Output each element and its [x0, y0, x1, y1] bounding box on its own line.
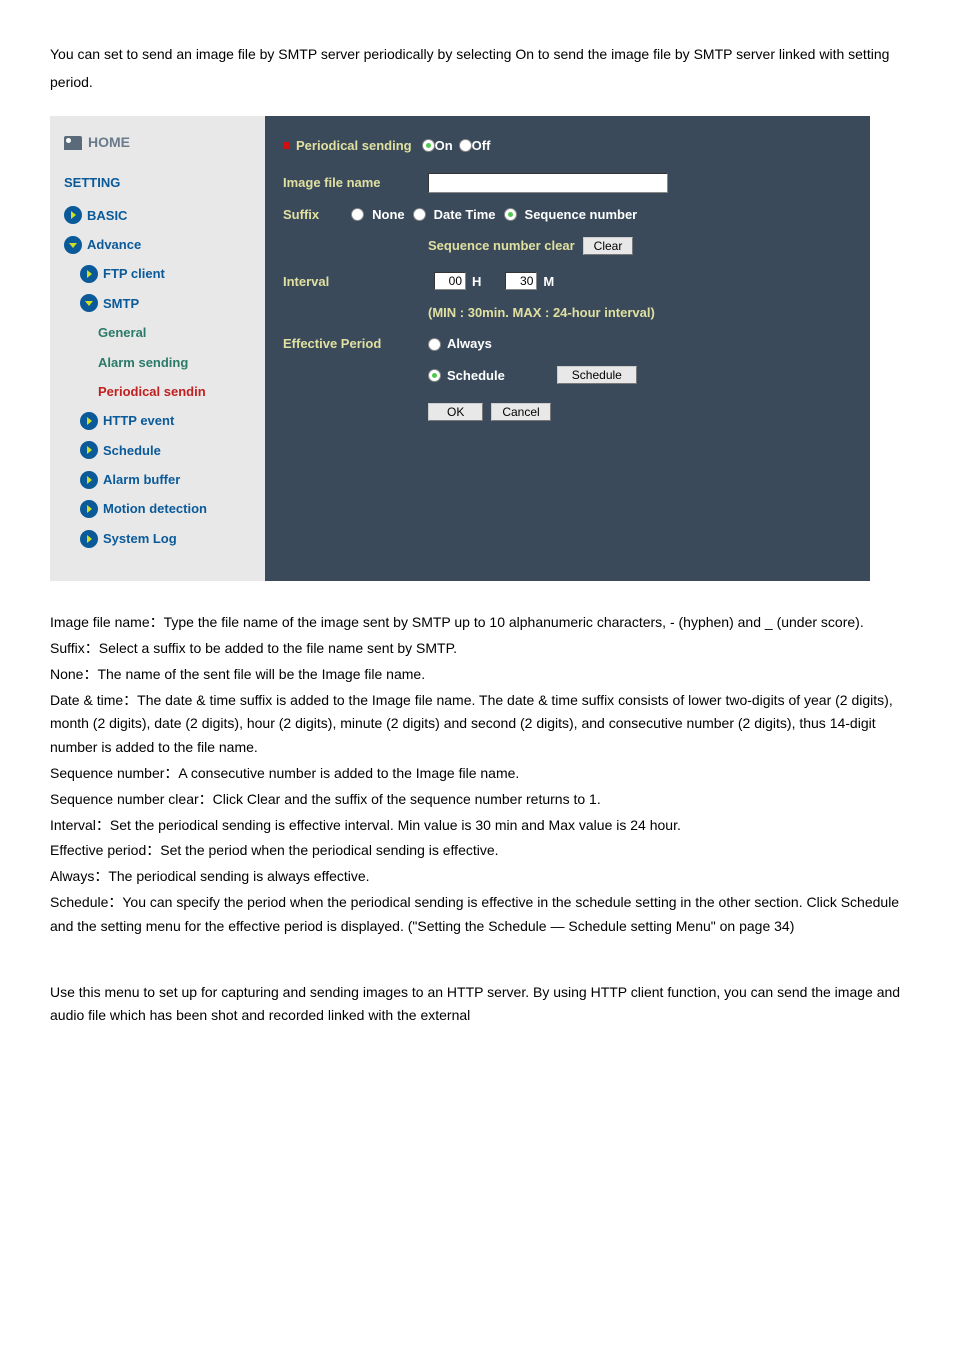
para-always: Always：The periodical sending is always …	[50, 865, 904, 889]
sequence-label: Sequence number	[525, 203, 638, 226]
radio-off[interactable]	[459, 139, 472, 152]
radio-none[interactable]	[351, 208, 364, 221]
arrow-down-icon	[64, 236, 82, 254]
home-link[interactable]: HOME	[50, 124, 265, 161]
para-seq-clear: Sequence number clear：Click Clear and th…	[50, 788, 904, 812]
nav-label: BASIC	[87, 204, 127, 227]
arrow-right-icon	[80, 441, 98, 459]
nav-system-log[interactable]: System Log	[50, 524, 265, 553]
date-time-label: Date Time	[434, 203, 496, 226]
panel-header: Periodical sending On Off	[283, 134, 668, 157]
nav-periodical-sending[interactable]: Periodical sendin	[50, 377, 265, 406]
para-interval: Interval：Set the periodical sending is e…	[50, 814, 904, 838]
para-sequence-number: Sequence number：A consecutive number is …	[50, 762, 904, 786]
arrow-down-icon	[80, 294, 98, 312]
para-suffix: Suffix：Select a suffix to be added to th…	[50, 637, 904, 661]
para-none: None：The name of the sent file will be t…	[50, 663, 904, 687]
radio-date-time[interactable]	[413, 208, 426, 221]
nav-label: Advance	[87, 233, 141, 256]
home-label: HOME	[88, 130, 130, 155]
image-file-name-input[interactable]	[428, 173, 668, 193]
bullet-icon	[283, 142, 290, 149]
interval-hint: (MIN : 30min. MAX : 24-hour interval)	[283, 301, 668, 324]
nav-schedule[interactable]: Schedule	[50, 436, 265, 465]
config-screenshot: HOME SETTING BASIC Advance FTP client SM…	[50, 116, 870, 581]
para-image-file-name: Image file name：Type the file name of th…	[50, 611, 904, 635]
arrow-right-icon	[64, 206, 82, 224]
nav-label: SMTP	[103, 292, 139, 315]
panel-title: Periodical sending	[296, 134, 412, 157]
nav-motion-detection[interactable]: Motion detection	[50, 494, 265, 523]
on-label: On	[435, 134, 453, 157]
nav-alarm-sending[interactable]: Alarm sending	[50, 348, 265, 377]
radio-always[interactable]	[428, 338, 441, 351]
always-label: Always	[447, 332, 492, 355]
interval-m-input[interactable]	[505, 272, 537, 290]
nav-label: Periodical sendin	[98, 380, 206, 403]
arrow-right-icon	[80, 412, 98, 430]
camera-icon	[64, 136, 82, 150]
intro-paragraph: You can set to send an image file by SMT…	[50, 40, 904, 96]
seq-clear-label: Sequence number clear	[428, 234, 575, 257]
effective-period-label: Effective Period	[283, 332, 428, 355]
nav-label: Alarm sending	[98, 351, 188, 374]
nav-basic[interactable]: BASIC	[50, 201, 265, 230]
para-schedule: Schedule：You can specify the period when…	[50, 891, 904, 939]
schedule-button[interactable]: Schedule	[557, 366, 637, 384]
nav-general[interactable]: General	[50, 318, 265, 347]
arrow-right-icon	[80, 530, 98, 548]
nav-label: Schedule	[103, 439, 161, 462]
nav-ftp-client[interactable]: FTP client	[50, 259, 265, 288]
arrow-right-icon	[80, 500, 98, 518]
radio-sequence[interactable]	[504, 208, 517, 221]
h-label: H	[472, 270, 481, 293]
setting-header: SETTING	[50, 161, 265, 200]
nav-label: General	[98, 321, 146, 344]
nav-http-event[interactable]: HTTP event	[50, 406, 265, 435]
nav-label: HTTP event	[103, 409, 174, 432]
nav-smtp[interactable]: SMTP	[50, 289, 265, 318]
arrow-right-icon	[80, 471, 98, 489]
radio-schedule[interactable]	[428, 369, 441, 382]
para-date-time: Date & time：The date & time suffix is ad…	[50, 689, 904, 760]
suffix-label: Suffix	[283, 203, 319, 226]
nav-label: FTP client	[103, 262, 165, 285]
cancel-button[interactable]: Cancel	[491, 403, 550, 421]
schedule-label: Schedule	[447, 364, 505, 387]
image-file-name-label: Image file name	[283, 171, 428, 194]
config-panel: Periodical sending On Off Image file nam…	[265, 116, 686, 581]
sidebar: HOME SETTING BASIC Advance FTP client SM…	[50, 116, 265, 581]
clear-button[interactable]: Clear	[583, 237, 634, 255]
nav-label: Alarm buffer	[103, 468, 180, 491]
off-label: Off	[472, 134, 491, 157]
nav-advance[interactable]: Advance	[50, 230, 265, 259]
nav-alarm-buffer[interactable]: Alarm buffer	[50, 465, 265, 494]
radio-on[interactable]	[422, 139, 435, 152]
nav-label: Motion detection	[103, 497, 207, 520]
nav-label: System Log	[103, 527, 177, 550]
arrow-right-icon	[80, 265, 98, 283]
para-effective-period: Effective period：Set the period when the…	[50, 839, 904, 863]
none-label: None	[372, 203, 405, 226]
interval-label: Interval	[283, 270, 428, 293]
m-label: M	[543, 270, 554, 293]
ok-button[interactable]: OK	[428, 403, 483, 421]
para-http-intro: Use this menu to set up for capturing an…	[50, 981, 904, 1029]
interval-h-input[interactable]	[434, 272, 466, 290]
